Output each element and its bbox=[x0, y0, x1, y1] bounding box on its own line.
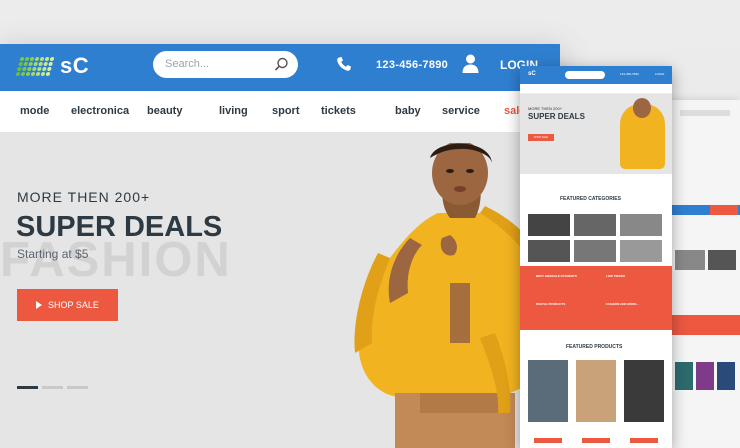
nav-item-electronica[interactable]: electronica bbox=[71, 105, 129, 117]
carousel-dot-2[interactable] bbox=[42, 386, 63, 389]
hero-title: SUPER DEALS bbox=[16, 211, 223, 243]
carousel-dot-3[interactable] bbox=[67, 386, 88, 389]
site-header: sC Search... 123-456-7890 LOGIN bbox=[0, 44, 560, 91]
nav-item-service[interactable]: service bbox=[442, 105, 480, 117]
search-placeholder: Search... bbox=[165, 58, 210, 70]
mobile-feature-3: DIGITAL PRODUCTS bbox=[536, 302, 566, 306]
mobile-products-heading: FEATURED PRODUCTS bbox=[520, 330, 672, 360]
mobile-feature-1: BEST WEBSALE PAYMENTS bbox=[536, 274, 577, 278]
mobile-hero: MORE THEN 200+ SUPER DEALS SHOP SALE bbox=[520, 94, 672, 174]
mobile-categories-heading: FEATURED CATEGORIES bbox=[520, 174, 672, 214]
user-icon[interactable] bbox=[462, 54, 479, 73]
carousel-dot-1[interactable] bbox=[17, 386, 38, 389]
logo[interactable]: sC bbox=[15, 53, 90, 79]
nav-item-tickets[interactable]: tickets bbox=[321, 105, 356, 117]
mobile-feature-2: LOW PRICES bbox=[606, 274, 626, 278]
search-input[interactable]: Search... bbox=[153, 51, 298, 78]
phone-icon bbox=[337, 57, 351, 71]
mobile-hero-title: SUPER DEALS bbox=[528, 112, 585, 121]
mobile-hero-kicker: MORE THEN 200+ bbox=[528, 106, 563, 111]
logo-dots-icon bbox=[15, 56, 55, 76]
mobile-featured-products-title: FEATURED PRODUCTS bbox=[566, 344, 623, 350]
search-icon[interactable] bbox=[274, 57, 289, 72]
shop-sale-label: SHOP SALE bbox=[48, 300, 99, 310]
hero-banner: FASHION MORE THEN 200+ SUPER DEALS Start… bbox=[0, 133, 560, 448]
brand-name: sC bbox=[60, 53, 90, 78]
desktop-mockup: sC Search... 123-456-7890 LOGIN mode ele… bbox=[0, 44, 560, 448]
nav-item-mode[interactable]: mode bbox=[20, 105, 49, 117]
carousel-indicators bbox=[17, 376, 92, 394]
mobile-search-input[interactable] bbox=[565, 71, 605, 79]
mobile-phone-number[interactable]: 123-456-7890 bbox=[620, 72, 639, 76]
mobile-feature-4: FASHION AND MORE... bbox=[606, 302, 639, 306]
hero-subtitle: Starting at $5 bbox=[17, 247, 89, 261]
nav-item-baby[interactable]: baby bbox=[395, 105, 421, 117]
nav-item-living[interactable]: living bbox=[219, 105, 248, 117]
mobile-features-panel: BEST WEBSALE PAYMENTS LOW PRICES DIGITAL… bbox=[520, 266, 672, 330]
mobile-shop-sale-label: SHOP SALE bbox=[533, 136, 549, 139]
nav-item-sport[interactable]: sport bbox=[272, 105, 300, 117]
showcase-stage: sC Search... 123-456-7890 LOGIN mode ele… bbox=[0, 0, 740, 448]
mobile-category-grid bbox=[520, 214, 672, 266]
mobile-login-link[interactable]: LOGIN bbox=[655, 72, 664, 76]
mobile-nav bbox=[520, 84, 672, 94]
main-nav: mode electronica beauty living sport tic… bbox=[0, 91, 560, 133]
background-page-mockup bbox=[670, 100, 740, 448]
mobile-product-grid bbox=[520, 360, 672, 448]
nav-item-beauty[interactable]: beauty bbox=[147, 105, 182, 117]
mobile-shop-sale-button[interactable]: SHOP SALE bbox=[528, 134, 554, 141]
mobile-header: sC 123-456-7890 LOGIN bbox=[520, 66, 672, 84]
phone-number[interactable]: 123-456-7890 bbox=[376, 59, 448, 71]
mobile-model-face bbox=[633, 98, 651, 118]
hero-kicker: MORE THEN 200+ bbox=[17, 189, 151, 205]
mobile-brand: sC bbox=[528, 71, 536, 77]
shop-sale-button[interactable]: SHOP SALE bbox=[17, 289, 118, 321]
mobile-mockup: sC 123-456-7890 LOGIN MORE THEN 200+ SUP… bbox=[520, 66, 672, 448]
mobile-featured-categories-title: FEATURED CATEGORIES bbox=[560, 196, 621, 202]
